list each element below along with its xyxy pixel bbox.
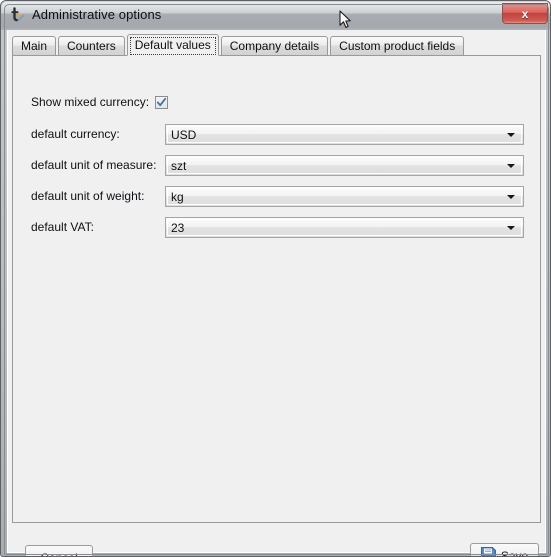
default-unit-of-weight-combobox[interactable]: kg — [165, 186, 524, 207]
tab-main[interactable]: Main — [12, 36, 57, 56]
default-vat-value: 23 — [171, 221, 185, 235]
default-unit-of-weight-label: default unit of weight: — [31, 189, 145, 203]
chevron-down-icon[interactable] — [507, 195, 515, 199]
show-mixed-currency-row: Show mixed currency: — [31, 95, 169, 109]
close-icon: x — [521, 6, 529, 21]
tab-strip: Main Counters Default values Company det… — [12, 34, 466, 56]
app-icon — [10, 7, 27, 24]
close-window-button[interactable]: x — [502, 3, 548, 24]
tab-panel-default-values: Show mixed currency: default currency: U… — [12, 55, 541, 523]
tab-label: Default values — [134, 38, 211, 52]
tab-label: Main — [21, 39, 48, 53]
default-currency-label: default currency: — [31, 127, 120, 141]
chevron-down-icon[interactable] — [507, 133, 515, 137]
checkmark-icon — [156, 97, 167, 106]
default-vat-row: default VAT: 23 — [31, 217, 524, 238]
cancel-button-label: Cancel — [40, 551, 77, 557]
tab-company-details[interactable]: Company details — [220, 36, 329, 56]
default-unit-of-weight-value: kg — [171, 190, 184, 204]
show-mixed-currency-label: Show mixed currency: — [31, 95, 150, 109]
combo-bevel — [167, 157, 522, 174]
tab-counters[interactable]: Counters — [58, 36, 125, 56]
save-button-label: Save — [500, 548, 529, 557]
chevron-down-icon[interactable] — [507, 164, 515, 168]
default-vat-combobox[interactable]: 23 — [165, 217, 524, 238]
cancel-button[interactable]: Cancel — [25, 545, 93, 557]
tab-custom-product-fields[interactable]: Custom product fields — [330, 36, 465, 56]
client-area: Main Counters Default values Company det… — [7, 30, 546, 556]
combo-bevel — [167, 126, 522, 143]
default-unit-of-measure-value: szt — [171, 159, 187, 173]
default-unit-of-measure-combobox[interactable]: szt — [165, 155, 524, 176]
combo-bevel — [167, 188, 522, 205]
floppy-disk-icon — [480, 546, 496, 556]
default-currency-combobox[interactable]: USD — [165, 124, 524, 145]
dialog-window: Administrative options x Main Counters D… — [0, 0, 551, 557]
chevron-down-icon[interactable] — [507, 226, 515, 230]
default-unit-of-measure-row: default unit of measure: szt — [31, 155, 524, 176]
default-unit-of-weight-row: default unit of weight: kg — [31, 186, 524, 207]
title-bar[interactable]: Administrative options x — [1, 1, 550, 30]
show-mixed-currency-checkbox[interactable] — [155, 95, 169, 109]
combo-bevel — [167, 219, 522, 236]
default-currency-row: default currency: USD — [31, 124, 524, 145]
default-unit-of-measure-label: default unit of measure: — [31, 158, 157, 172]
default-vat-label: default VAT: — [31, 220, 94, 234]
tab-label: Company details — [229, 39, 320, 53]
window-title: Administrative options — [32, 7, 162, 22]
default-currency-value: USD — [171, 128, 197, 142]
save-button[interactable]: Save — [470, 543, 539, 557]
tab-label: Custom product fields — [339, 39, 456, 53]
tab-default-values[interactable]: Default values — [126, 34, 219, 56]
tab-label: Counters — [67, 39, 116, 53]
